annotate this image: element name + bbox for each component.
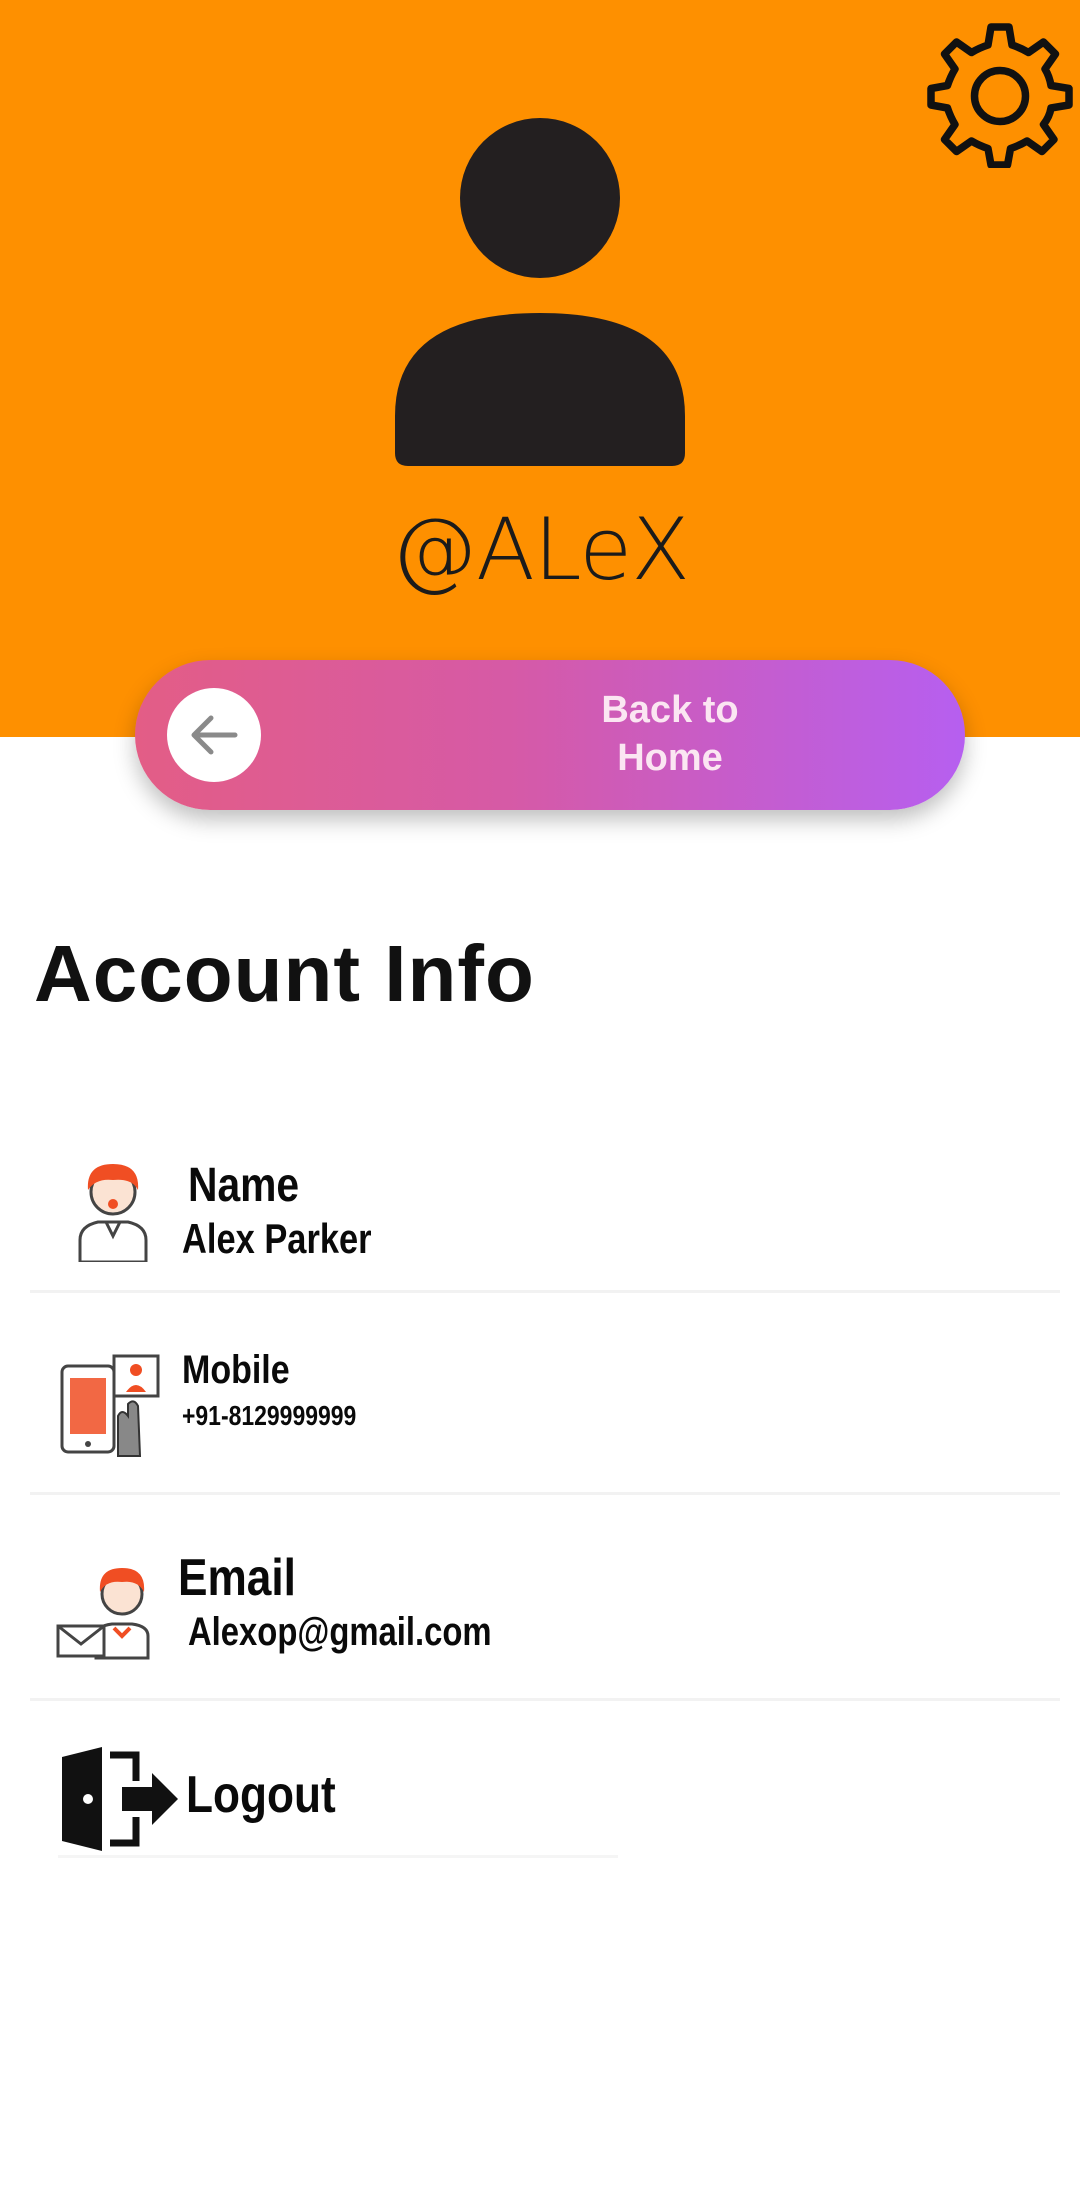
username: @ALeX: [390, 500, 690, 600]
mobile-value: +91-8129999999: [182, 1400, 357, 1431]
profile-screen: @ALeX Back to Home Account Info Name Ale…: [0, 0, 1080, 2185]
logout-label: Logout: [186, 1766, 336, 1824]
email-value: Alexop@gmail.com: [188, 1610, 492, 1654]
back-button-label: Back to Home: [601, 689, 739, 779]
email-user-icon: [56, 1550, 162, 1660]
account-info-mobile-row: Mobile +91-8129999999: [30, 1330, 1060, 1495]
user-avatar-icon: [68, 1152, 158, 1262]
profile-header: @ALeX: [0, 0, 1080, 737]
account-info-email-row: Email Alexop@gmail.com: [30, 1530, 1060, 1701]
arrow-left-icon: [167, 688, 261, 782]
name-value: Alex Parker: [182, 1215, 372, 1262]
email-label: Email: [178, 1549, 296, 1607]
account-info-name-row: Name Alex Parker: [30, 1140, 1060, 1293]
mobile-contact-icon: [56, 1352, 162, 1458]
gear-icon[interactable]: [925, 18, 1075, 168]
name-label: Name: [188, 1159, 300, 1212]
section-title: Account Info: [34, 929, 535, 1018]
back-to-home-button[interactable]: Back to Home: [135, 660, 965, 810]
user-silhouette-icon: [395, 118, 685, 468]
logout-door-icon: [58, 1747, 178, 1851]
mobile-label: Mobile: [182, 1348, 290, 1392]
logout-button[interactable]: Logout: [58, 1745, 618, 1858]
